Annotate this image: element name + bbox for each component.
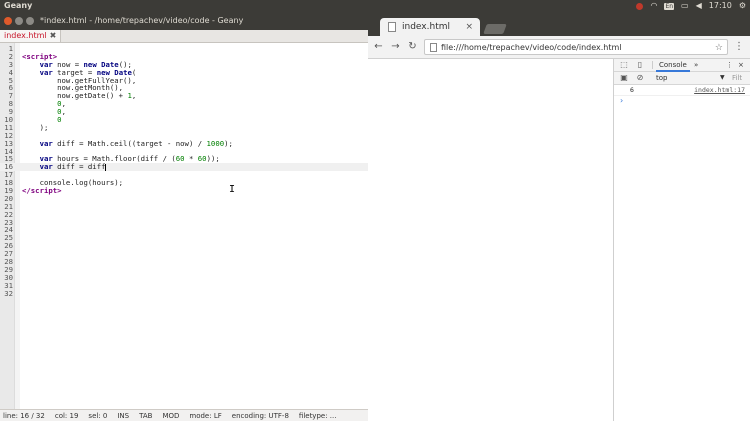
more-tabs-icon[interactable]: » bbox=[694, 59, 698, 71]
reload-icon[interactable]: ↻ bbox=[406, 40, 419, 53]
chrome-menu-icon[interactable]: ⋮ bbox=[734, 40, 744, 53]
system-tray: ◠ En ▭ ◀ 17:10 ⚙ bbox=[636, 0, 746, 12]
keyboard-layout-indicator[interactable]: En bbox=[664, 2, 675, 10]
console-log-entry: 6 index.html:17 bbox=[614, 85, 750, 96]
page-content bbox=[368, 59, 613, 421]
code-editor[interactable]: 1 2 <script> 3 var now = new Date(); 4 var t… bbox=[0, 43, 368, 409]
console-sidebar-icon[interactable]: ▣ bbox=[620, 74, 628, 82]
code-line[interactable]: 20 bbox=[0, 195, 368, 203]
status-mod: MOD bbox=[162, 412, 180, 420]
text-cursor-ibeam-icon: I bbox=[229, 184, 236, 195]
console-prompt[interactable]: › bbox=[614, 96, 750, 106]
active-app-name: Geany bbox=[4, 1, 33, 10]
devtools-separator bbox=[652, 61, 653, 69]
address-bar[interactable]: file:///home/trepachev/video/code/index.… bbox=[424, 39, 728, 55]
code-line[interactable]: 11 ); bbox=[0, 124, 368, 132]
clear-console-icon[interactable]: ⊘ bbox=[636, 74, 644, 82]
status-encoding: encoding: UTF-8 bbox=[231, 412, 289, 420]
chrome-tabstrip: index.html × bbox=[368, 12, 750, 36]
devtools-panel: ⬚ ▯ Console » ⋮ × ▣ ⊘ top ▼ Filt 6 index… bbox=[613, 59, 750, 421]
console-log-source-link[interactable]: index.html:17 bbox=[694, 85, 745, 95]
browser-tab-close-icon[interactable]: × bbox=[465, 18, 473, 36]
battery-icon[interactable]: ▭ bbox=[681, 0, 689, 12]
page-info-icon[interactable] bbox=[430, 43, 437, 52]
status-line: line: 16 / 32 bbox=[3, 412, 45, 420]
devtools-menu-icon[interactable]: ⋮ bbox=[726, 59, 733, 71]
code-line[interactable]: 13 var diff = Math.ceil((target - now) /… bbox=[0, 138, 368, 148]
settings-gear-icon[interactable]: ⚙ bbox=[739, 0, 746, 12]
code-line[interactable]: 23 bbox=[0, 218, 368, 227]
line-code: </script> bbox=[22, 186, 62, 196]
address-url: file:///home/trepachev/video/code/index.… bbox=[441, 43, 622, 52]
editor-tab-label: index.html bbox=[4, 31, 47, 40]
chrome-toolbar: ← → ↻ file:///home/trepachev/video/code/… bbox=[368, 36, 750, 59]
status-filetype: filetype: ... bbox=[298, 412, 337, 420]
inspect-element-icon[interactable]: ⬚ bbox=[620, 61, 628, 69]
window-controls bbox=[4, 17, 34, 25]
console-toolbar: ▣ ⊘ top ▼ Filt bbox=[614, 72, 750, 85]
code-line[interactable]: 22 bbox=[0, 210, 368, 219]
console-log-value: 6 bbox=[630, 86, 634, 94]
geany-window-title: *index.html - /home/trepachev/video/code… bbox=[40, 16, 244, 25]
clock[interactable]: 17:10 bbox=[709, 0, 732, 12]
window-minimize-button[interactable] bbox=[15, 17, 23, 25]
geany-statusbar: line: 16 / 32 col: 19 sel: 0 INS TAB MOD… bbox=[0, 409, 368, 421]
forward-arrow-icon[interactable]: → bbox=[389, 40, 402, 53]
bookmark-star-icon[interactable]: ☆ bbox=[715, 40, 723, 56]
editor-tab-index-html[interactable]: index.html ✖ bbox=[0, 30, 62, 42]
page-favicon-icon bbox=[388, 22, 396, 32]
code-line[interactable]: 24 bbox=[0, 226, 368, 234]
line-code: ); bbox=[22, 122, 49, 132]
devtools-close-icon[interactable]: × bbox=[738, 59, 744, 71]
console-filter-input[interactable]: Filt bbox=[732, 72, 742, 84]
volume-icon[interactable]: ◀ bbox=[696, 0, 702, 12]
line-code: var diff = Math.ceil((target - now) / 10… bbox=[39, 138, 233, 148]
window-maximize-button[interactable] bbox=[26, 17, 34, 25]
line-code: var diff = diff bbox=[39, 162, 107, 172]
chrome-indicator-icon[interactable] bbox=[636, 2, 644, 10]
code-line[interactable]: 19 </script> bbox=[0, 187, 368, 195]
tab-console[interactable]: Console bbox=[656, 59, 690, 72]
system-top-panel: Geany ◠ En ▭ ◀ 17:10 ⚙ bbox=[0, 0, 750, 12]
wifi-icon[interactable]: ◠ bbox=[650, 0, 657, 12]
window-close-button[interactable] bbox=[4, 17, 12, 25]
code-line[interactable]: 27 bbox=[0, 250, 368, 258]
devtools-header: ⬚ ▯ Console » ⋮ × bbox=[614, 59, 750, 72]
code-lines: 1 2 <script> 3 var now = new Date(); 4 var t… bbox=[0, 45, 368, 298]
context-dropdown-caret-icon[interactable]: ▼ bbox=[720, 72, 725, 84]
device-toolbar-icon[interactable]: ▯ bbox=[636, 61, 644, 69]
context-selector[interactable]: top bbox=[656, 72, 667, 84]
back-arrow-icon[interactable]: ← bbox=[372, 40, 385, 53]
status-col: col: 19 bbox=[54, 412, 79, 420]
status-tab: TAB bbox=[139, 412, 153, 420]
line-number: 32 bbox=[4, 288, 13, 298]
code-line[interactable]: 28 bbox=[0, 258, 368, 266]
code-line[interactable]: 25 bbox=[0, 234, 368, 242]
geany-tabbar: index.html ✖ bbox=[0, 30, 368, 43]
new-tab-button[interactable] bbox=[483, 24, 507, 34]
geany-titlebar: *index.html - /home/trepachev/video/code… bbox=[0, 12, 368, 30]
tab-close-icon[interactable]: ✖ bbox=[50, 31, 57, 40]
geany-window: *index.html - /home/trepachev/video/code… bbox=[0, 12, 368, 421]
code-line[interactable]: 31 bbox=[0, 281, 368, 290]
code-line[interactable]: 21 bbox=[0, 202, 368, 211]
code-line[interactable]: 30 bbox=[0, 273, 368, 282]
browser-tab-index-html[interactable]: index.html × bbox=[380, 18, 480, 36]
code-line[interactable]: 32 bbox=[0, 288, 368, 298]
status-ins: INS bbox=[117, 412, 130, 420]
chrome-window: index.html × ← → ↻ file:///home/trepache… bbox=[368, 12, 750, 421]
status-sel: sel: 0 bbox=[88, 412, 108, 420]
browser-tab-title: index.html bbox=[402, 22, 450, 32]
code-line[interactable]: 10 0 bbox=[0, 116, 368, 124]
code-line[interactable]: 29 bbox=[0, 266, 368, 274]
status-mode: mode: LF bbox=[189, 412, 222, 420]
code-line[interactable]: 16 var diff = diff bbox=[0, 162, 368, 172]
code-line[interactable]: 26 bbox=[0, 242, 368, 250]
